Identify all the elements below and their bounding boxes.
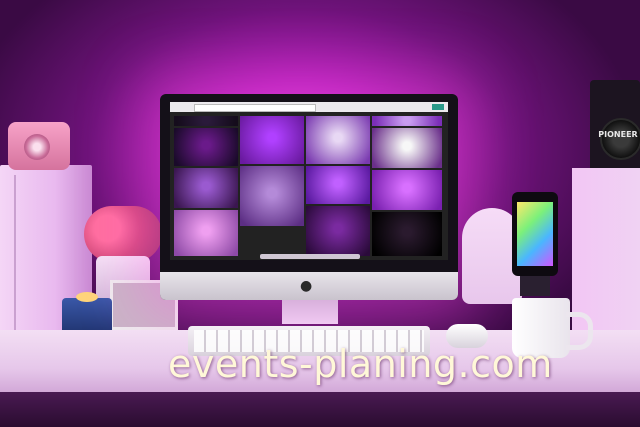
screen-image-tile xyxy=(174,128,238,166)
screen-image-tile xyxy=(306,206,370,256)
screen-image-tile xyxy=(240,166,304,226)
speaker-grill xyxy=(600,118,640,160)
camera-lens xyxy=(24,134,50,160)
apple-logo-icon: ● xyxy=(300,278,313,294)
monitor-screen xyxy=(170,102,448,260)
address-bar xyxy=(194,104,316,112)
screen-image-tile xyxy=(174,116,238,126)
image-grid xyxy=(174,116,446,256)
photo-scene: PIONEER ● events-planing.com xyxy=(0,0,640,427)
watermark-text: events-planing.com xyxy=(168,342,553,386)
screen-image-tile xyxy=(372,128,442,168)
screen-image-tile xyxy=(372,116,442,126)
toolbar-button xyxy=(432,104,444,110)
phone-screen xyxy=(517,202,553,266)
screen-image-tile xyxy=(372,212,442,256)
desk-edge xyxy=(0,392,640,427)
browser-toolbar xyxy=(170,102,448,112)
screen-image-tile xyxy=(240,116,304,164)
speaker: PIONEER xyxy=(590,80,640,172)
screen-image-tile xyxy=(306,116,370,164)
dock-bar xyxy=(260,254,360,259)
monitor-stand xyxy=(282,300,338,324)
phone-stand xyxy=(520,276,550,296)
instant-camera xyxy=(8,122,70,170)
smartphone xyxy=(512,192,558,276)
screen-image-tile xyxy=(372,170,442,210)
screen-image-tile xyxy=(306,166,370,204)
screen-image-tile xyxy=(174,168,238,208)
flower-bouquet xyxy=(84,206,162,262)
speaker-label: PIONEER xyxy=(598,130,638,139)
candle-flame xyxy=(76,292,98,302)
screen-image-tile xyxy=(174,210,238,256)
